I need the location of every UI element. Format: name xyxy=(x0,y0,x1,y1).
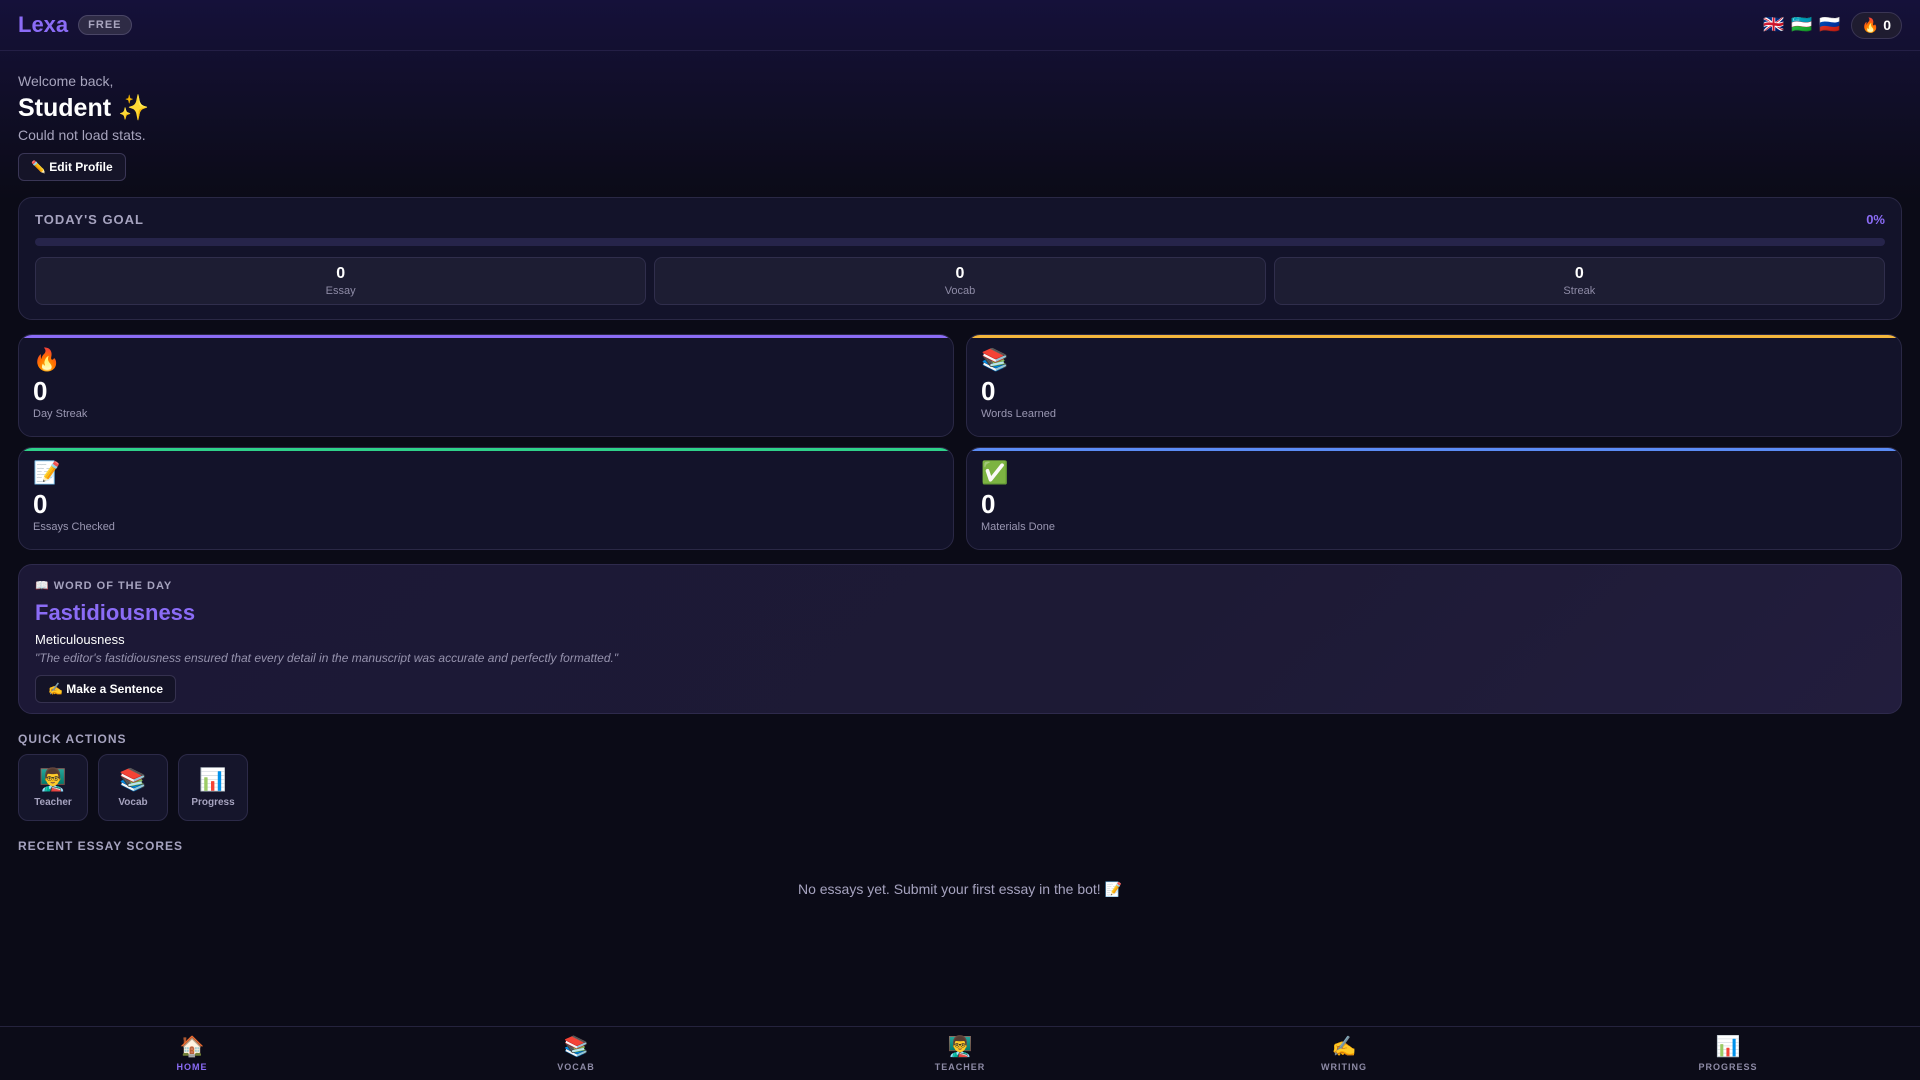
fire-icon: 🔥 xyxy=(33,347,61,372)
top-bar: Lexa FREE 🇬🇧 🇺🇿 🇷🇺 🔥 0 xyxy=(0,0,1920,51)
word-definition: Meticulousness xyxy=(35,632,125,647)
app-logo[interactable]: Lexa xyxy=(18,12,68,38)
recent-essay-scores-title: RECENT ESSAY SCORES xyxy=(18,839,184,853)
nav-vocab[interactable]: 📚 VOCAB xyxy=(516,1035,636,1072)
user-name: Student ✨ xyxy=(18,94,150,122)
nav-label: PROGRESS xyxy=(1698,1062,1758,1072)
check-mark-icon: ✅ xyxy=(981,460,1009,485)
main-content: Welcome back, Student ✨ Could not load s… xyxy=(18,51,1902,898)
teacher-icon: 👨‍🏫 xyxy=(947,1036,973,1058)
nav-label: TEACHER xyxy=(934,1062,986,1072)
goal-stats: 0 Essay 0 Vocab 0 Streak xyxy=(35,257,1885,305)
todays-goal-card: TODAY'S GOAL 0% 0 Essay 0 Vocab 0 Streak xyxy=(18,197,1902,320)
quick-action-teacher[interactable]: 👨‍🏫 Teacher xyxy=(18,754,88,821)
fire-icon: 🔥 xyxy=(1861,16,1880,33)
goal-title: TODAY'S GOAL xyxy=(35,212,144,227)
goal-stat-value: 0 xyxy=(955,265,965,282)
quick-action-label: Teacher xyxy=(34,797,72,808)
bar-chart-icon: 📊 xyxy=(1715,1036,1741,1058)
bottom-navigation: 🏠 HOME 📚 VOCAB 👨‍🏫 TEACHER ✍️ WRITING 📊 … xyxy=(0,1026,1920,1080)
goal-stat-value: 0 xyxy=(1574,265,1584,282)
goal-stat-label: Essay xyxy=(325,285,356,297)
quick-action-label: Vocab xyxy=(118,797,148,808)
stat-card-day-streak: 🔥 0 Day Streak xyxy=(18,334,954,437)
edit-profile-button[interactable]: ✏️ Edit Profile xyxy=(18,153,126,181)
brand: Lexa FREE xyxy=(18,12,132,38)
word-example: "The editor's fastidiousness ensured tha… xyxy=(35,651,619,665)
stat-label: Materials Done xyxy=(981,521,1055,533)
books-icon: 📚 xyxy=(563,1036,589,1058)
stats-status: Could not load stats. xyxy=(18,127,146,143)
goal-percent: 0% xyxy=(1866,212,1885,227)
teacher-icon: 👨‍🏫 xyxy=(39,767,67,792)
word-of-the-day-heading: 📖 WORD OF THE DAY xyxy=(35,580,173,592)
goal-stat-label: Streak xyxy=(1563,285,1596,297)
goal-stat-essay: 0 Essay xyxy=(35,257,647,305)
stat-card-words-learned: 📚 0 Words Learned xyxy=(966,334,1902,437)
nav-label: HOME xyxy=(176,1062,208,1072)
books-icon: 📚 xyxy=(119,767,147,792)
streak-count: 0 xyxy=(1883,17,1891,33)
streak-pill[interactable]: 🔥 0 xyxy=(1850,11,1902,39)
plan-badge: FREE xyxy=(78,15,132,35)
memo-icon: 📝 xyxy=(33,460,61,485)
books-icon: 📚 xyxy=(981,347,1009,372)
stat-label: Day Streak xyxy=(33,408,88,420)
top-right-controls: 🇬🇧 🇺🇿 🇷🇺 🔥 0 xyxy=(1763,11,1902,39)
goal-stat-vocab: 0 Vocab xyxy=(654,257,1266,305)
goal-stat-label: Vocab xyxy=(944,285,976,297)
stats-grid: 🔥 0 Day Streak 📚 0 Words Learned 📝 0 Ess… xyxy=(18,334,1902,550)
make-a-sentence-button[interactable]: ✍️ Make a Sentence xyxy=(35,675,176,703)
uzbek-flag-icon[interactable]: 🇺🇿 xyxy=(1791,15,1813,35)
empty-essays-message: No essays yet. Submit your first essay i… xyxy=(797,881,1122,897)
writing-hand-icon: ✍️ xyxy=(1331,1036,1357,1058)
goal-stat-value: 0 xyxy=(336,265,346,282)
nav-home[interactable]: 🏠 HOME xyxy=(132,1035,252,1072)
bar-chart-icon: 📊 xyxy=(199,767,227,792)
nav-label: VOCAB xyxy=(557,1062,595,1072)
quick-actions: 👨‍🏫 Teacher 📚 Vocab 📊 Progress xyxy=(18,754,1902,821)
word-of-the-day-card: 📖 WORD OF THE DAY Fastidiousness Meticul… xyxy=(18,564,1902,714)
quick-action-progress[interactable]: 📊 Progress xyxy=(178,754,248,821)
quick-action-label: Progress xyxy=(191,797,235,808)
nav-label: WRITING xyxy=(1321,1062,1367,1072)
russian-flag-icon[interactable]: 🇷🇺 xyxy=(1819,15,1841,35)
stat-card-essays-checked: 📝 0 Essays Checked xyxy=(18,447,954,550)
nav-progress[interactable]: 📊 PROGRESS xyxy=(1668,1035,1788,1072)
word-of-the-day-word: Fastidiousness xyxy=(35,600,196,625)
stat-value: 0 xyxy=(33,376,48,406)
welcome-text: Welcome back, xyxy=(18,73,114,89)
goal-stat-streak: 0 Streak xyxy=(1273,257,1885,305)
home-icon: 🏠 xyxy=(179,1036,205,1058)
stat-value: 0 xyxy=(981,376,996,406)
english-flag-icon[interactable]: 🇬🇧 xyxy=(1763,15,1785,35)
stat-value: 0 xyxy=(33,489,48,519)
stat-label: Essays Checked xyxy=(33,521,115,533)
quick-actions-title: QUICK ACTIONS xyxy=(18,732,127,746)
stat-card-materials-done: ✅ 0 Materials Done xyxy=(966,447,1902,550)
stat-value: 0 xyxy=(981,489,996,519)
stat-label: Words Learned xyxy=(981,408,1057,420)
quick-action-vocab[interactable]: 📚 Vocab xyxy=(98,754,168,821)
goal-progress-bar xyxy=(35,238,1885,246)
nav-writing[interactable]: ✍️ WRITING xyxy=(1284,1035,1404,1072)
nav-teacher[interactable]: 👨‍🏫 TEACHER xyxy=(900,1035,1020,1072)
